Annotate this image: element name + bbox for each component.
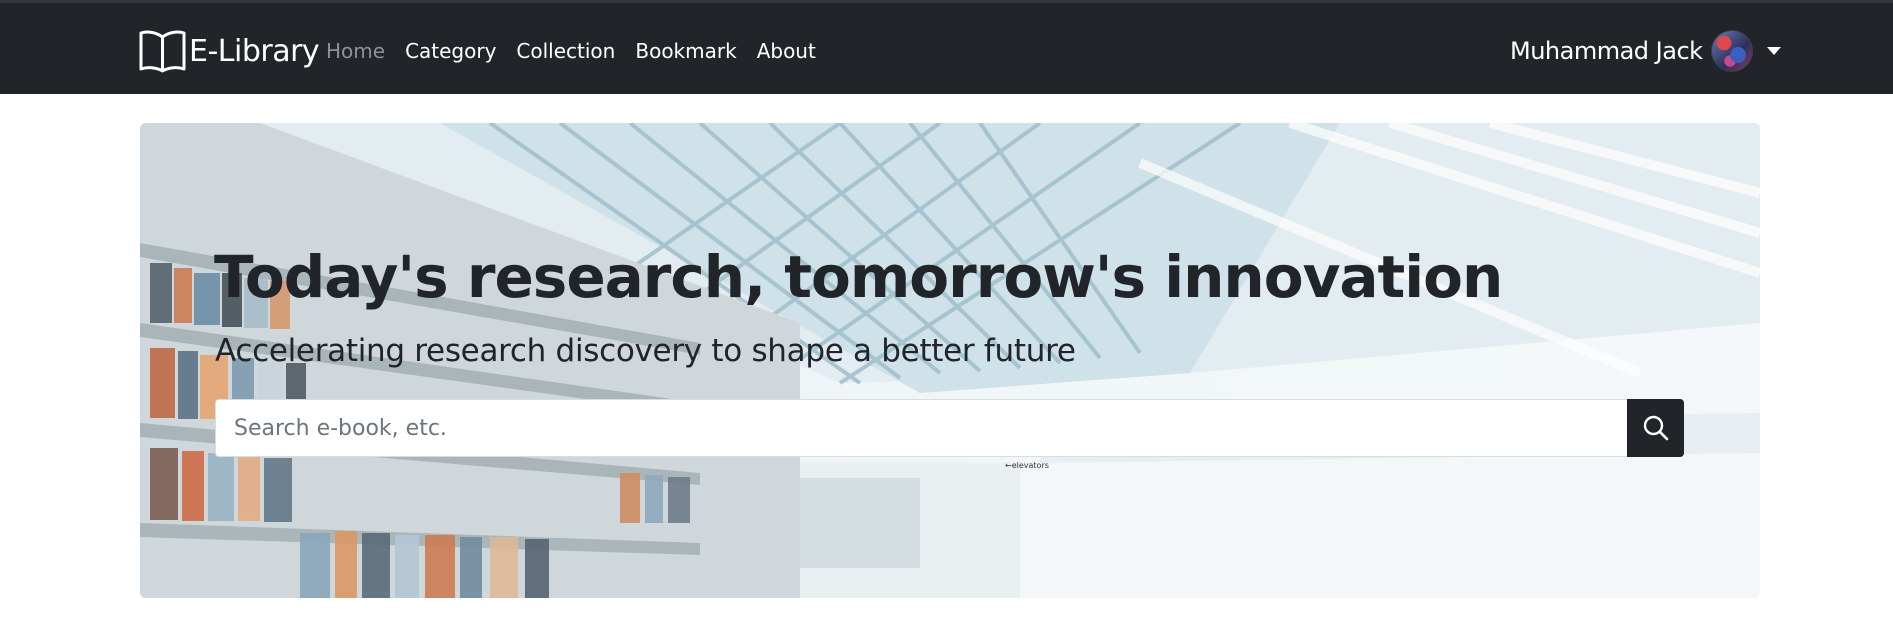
open-book-icon [139,30,186,73]
hero-banner: ←elevators Today's research, tomorrow's … [140,123,1760,598]
search-button[interactable] [1627,399,1684,457]
nav-links: Home Category Collection Bookmark About [326,39,836,63]
nav-link-category[interactable]: Category [405,39,496,63]
search-icon [1643,415,1668,441]
caret-down-icon[interactable] [1766,47,1781,55]
nav-link-collection[interactable]: Collection [516,39,615,63]
nav-link-home[interactable]: Home [326,39,385,63]
user-avatar [1710,30,1753,72]
user-name: Muhammad Jack [1510,37,1703,65]
nav-link-bookmark[interactable]: Bookmark [635,39,736,63]
hero-subtitle: Accelerating research discovery to shape… [215,333,1076,369]
brand[interactable]: E-Library [139,29,320,73]
elevators-sign: ←elevators [1005,461,1049,470]
brand-name: E-Library [189,33,320,69]
search-input[interactable] [215,399,1627,457]
navbar: E-Library Home Category Collection Bookm… [0,0,1893,94]
nav-link-about[interactable]: About [757,39,816,63]
hero-title: Today's research, tomorrow's innovation [214,243,1503,311]
user-menu[interactable]: Muhammad Jack [1510,30,1781,72]
